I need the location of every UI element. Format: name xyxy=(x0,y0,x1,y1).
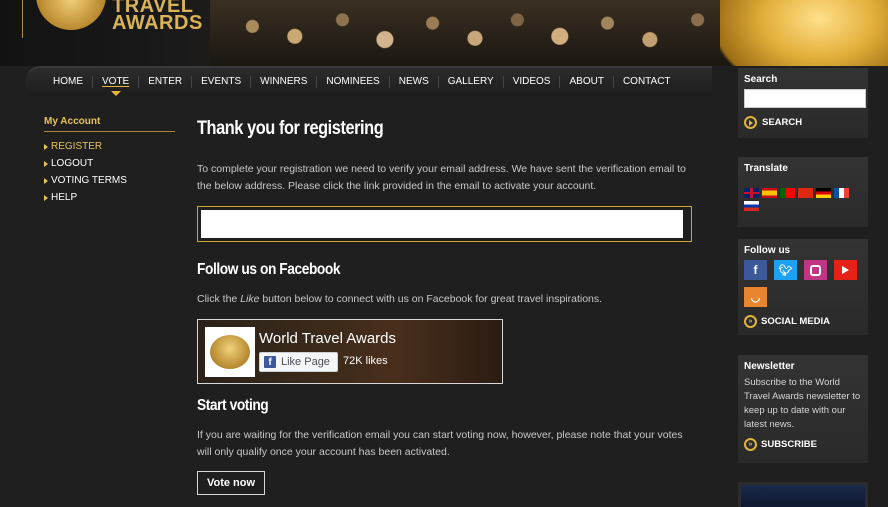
double-chevron-icon: » xyxy=(744,438,757,451)
language-flags xyxy=(744,188,862,211)
flag-russian-icon[interactable] xyxy=(744,201,759,211)
facebook-like-button[interactable]: f Like Page xyxy=(259,352,338,372)
account-item-help[interactable]: HELP xyxy=(44,189,175,206)
search-button[interactable]: SEARCH xyxy=(744,116,862,129)
nav-contact[interactable]: CONTACT xyxy=(614,76,680,88)
flag-german-icon[interactable] xyxy=(816,188,831,198)
search-title: Search xyxy=(744,74,778,85)
flag-chinese-icon[interactable] xyxy=(798,188,813,198)
nav-nominees[interactable]: NOMINEES xyxy=(317,76,390,88)
logo[interactable]: TRAVEL AWARDS xyxy=(112,0,212,33)
facebook-page-avatar[interactable] xyxy=(205,327,255,377)
account-menu: My Account REGISTER LOGOUT VOTING TERMS … xyxy=(44,116,175,206)
double-chevron-icon: » xyxy=(744,315,757,328)
social-media-label: SOCIAL MEDIA xyxy=(761,316,830,327)
facebook-heading: Follow us on Facebook xyxy=(197,261,341,278)
facebook-like-label: Like Page xyxy=(281,356,330,368)
nav-videos[interactable]: VIDEOS xyxy=(504,76,561,88)
facebook-text-part: Click the xyxy=(197,293,241,305)
logo-divider xyxy=(22,0,23,38)
start-voting-heading: Start voting xyxy=(197,397,269,414)
social-icons: f 🐦︎ ◡ xyxy=(744,260,864,307)
nav-home[interactable]: HOME xyxy=(44,76,93,88)
account-item-label: REGISTER xyxy=(51,141,103,152)
header-banner: TRAVEL AWARDS xyxy=(0,0,888,66)
subscribe-link[interactable]: » SUBSCRIBE xyxy=(744,438,862,451)
twitter-icon[interactable]: 🐦︎ xyxy=(774,260,797,280)
translate-box: Translate xyxy=(738,157,868,227)
facebook-text-part: button below to connect with us on Faceb… xyxy=(259,293,603,305)
flag-english-icon[interactable] xyxy=(744,188,759,198)
nav-events[interactable]: EVENTS xyxy=(192,76,252,88)
nav-about[interactable]: ABOUT xyxy=(560,76,614,88)
search-button-label: SEARCH xyxy=(762,117,803,128)
newsletter-text: Subscribe to the World Travel Awards new… xyxy=(744,377,861,430)
account-item-voting-terms[interactable]: VOTING TERMS xyxy=(44,172,175,189)
account-item-logout[interactable]: LOGOUT xyxy=(44,155,175,172)
facebook-likes-count: 72K likes xyxy=(343,355,388,367)
facebook-text: Click the Like button below to connect w… xyxy=(197,291,697,308)
arrow-circle-icon xyxy=(744,116,757,129)
globe-logo-icon xyxy=(210,335,250,369)
flag-spanish-icon[interactable] xyxy=(762,188,777,198)
facebook-icon: f xyxy=(264,356,276,368)
nav-news[interactable]: NEWS xyxy=(390,76,439,88)
start-voting-text: If you are waiting for the verification … xyxy=(197,429,683,458)
account-item-label: LOGOUT xyxy=(51,158,94,169)
flag-portuguese-icon[interactable] xyxy=(780,188,795,198)
account-menu-title: My Account xyxy=(44,116,175,132)
triangle-right-icon xyxy=(44,160,48,167)
vote-now-button[interactable]: Vote now xyxy=(197,471,265,495)
triangle-right-icon xyxy=(44,177,48,184)
email-field[interactable] xyxy=(201,210,683,238)
triangle-right-icon xyxy=(44,194,48,201)
social-media-link[interactable]: » SOCIAL MEDIA xyxy=(744,315,862,328)
youtube-icon[interactable] xyxy=(834,260,857,280)
account-item-label: VOTING TERMS xyxy=(51,175,127,186)
newsletter-box: Newsletter Subscribe to the World Travel… xyxy=(738,355,868,463)
follow-title: Follow us xyxy=(744,245,791,256)
translate-title: Translate xyxy=(744,163,788,174)
search-box: Search SEARCH xyxy=(738,68,868,138)
account-item-label: HELP xyxy=(51,192,78,203)
logo-globe-icon[interactable] xyxy=(36,0,106,30)
sidebar-banner-image[interactable] xyxy=(738,482,868,507)
email-field-wrapper xyxy=(197,206,692,242)
main-nav: HOME VOTE ENTER EVENTS WINNERS NOMINEES … xyxy=(26,66,712,96)
intro-text: To complete your registration we need to… xyxy=(197,163,686,192)
trophy-image xyxy=(720,0,888,66)
facebook-icon[interactable]: f xyxy=(744,260,767,280)
facebook-page-widget[interactable]: World Travel Awards f Like Page 72K like… xyxy=(197,319,503,384)
page-title: Thank you for registering xyxy=(197,118,384,139)
banner-photo xyxy=(210,0,740,66)
facebook-page-name[interactable]: World Travel Awards xyxy=(259,330,396,347)
nav-gallery[interactable]: GALLERY xyxy=(439,76,504,88)
nav-vote[interactable]: VOTE xyxy=(93,76,140,96)
flag-french-icon[interactable] xyxy=(834,188,849,198)
follow-box: Follow us f 🐦︎ ◡ » SOCIAL MEDIA xyxy=(738,239,868,335)
nav-winners[interactable]: WINNERS xyxy=(251,76,318,88)
facebook-text-like: Like xyxy=(240,293,260,305)
search-input[interactable] xyxy=(744,89,866,108)
rss-icon[interactable]: ◡ xyxy=(744,287,767,307)
account-item-register[interactable]: REGISTER xyxy=(44,138,175,155)
triangle-right-icon xyxy=(44,143,48,150)
nav-enter[interactable]: ENTER xyxy=(139,76,193,88)
newsletter-title: Newsletter xyxy=(744,361,795,372)
subscribe-label: SUBSCRIBE xyxy=(761,439,817,450)
instagram-icon[interactable] xyxy=(804,260,827,280)
